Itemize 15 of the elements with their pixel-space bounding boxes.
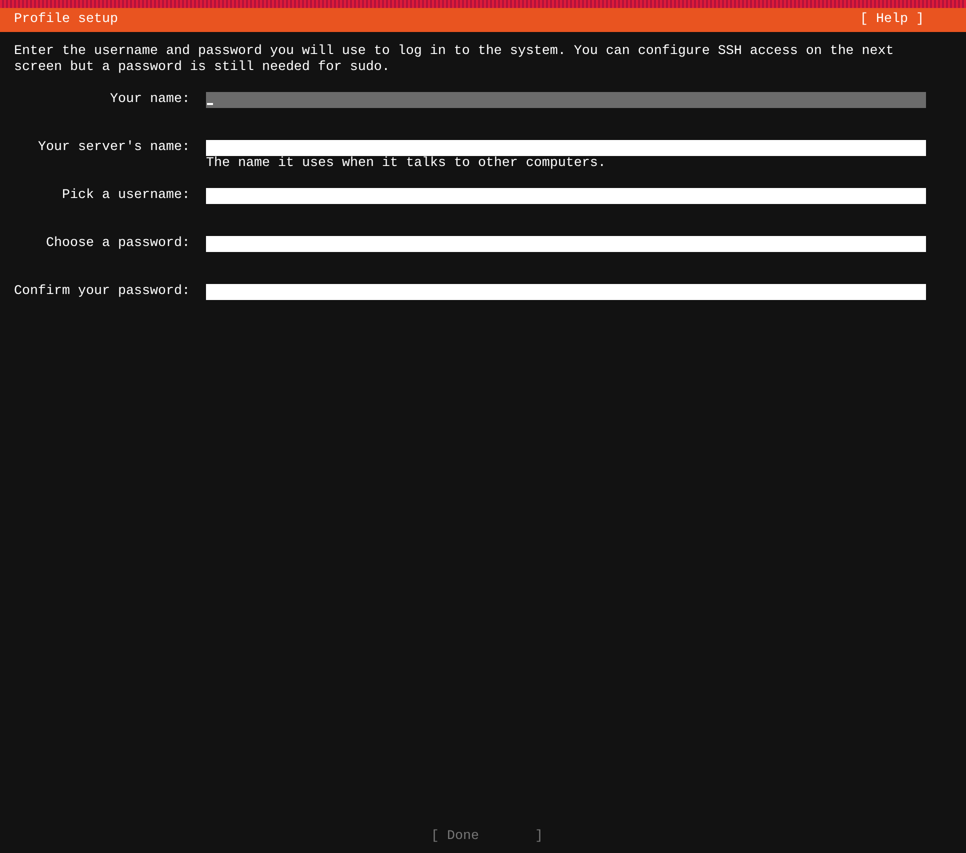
field-label: Your server's name: [37, 140, 190, 156]
field-label: Choose a password: [45, 236, 190, 252]
input-field[interactable] [206, 188, 926, 204]
input-field[interactable] [206, 92, 926, 108]
field-label: Pick a username: [61, 188, 190, 204]
field-label: Confirm your password: [14, 284, 190, 300]
input-field[interactable] [206, 140, 926, 156]
text-cursor [207, 103, 213, 105]
screen-title: Profile setup [14, 12, 118, 28]
field-hint: The name it uses when it talks to other computers. [206, 156, 607, 172]
input-field[interactable] [206, 284, 926, 300]
input-field[interactable] [206, 236, 926, 252]
field-label: Your name: [109, 92, 190, 108]
intro-text: Enter the username and password you will use to log in to the system. You can configure SSH access on the next screen but a password is still needed for sudo. [14, 44, 895, 76]
help-button[interactable]: [ Help ] [860, 12, 924, 28]
